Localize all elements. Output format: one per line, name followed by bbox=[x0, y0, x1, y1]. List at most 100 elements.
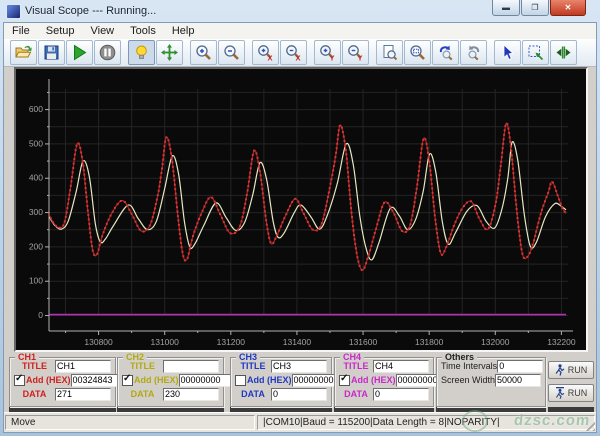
time-intervals-input[interactable] bbox=[497, 359, 544, 373]
select-region-icon bbox=[528, 45, 544, 61]
svg-text:500: 500 bbox=[29, 138, 43, 148]
zoom-out-button[interactable] bbox=[218, 40, 245, 65]
title-label: TITLE bbox=[130, 361, 155, 371]
scope-chart-panel[interactable]: 0 100 200 300 400 500 600 130800 131000 131200 131… bbox=[14, 67, 588, 352]
channel-panel-ch1: CH1 TITLE Add (HEX) DATA bbox=[9, 352, 127, 407]
svg-text:300: 300 bbox=[29, 207, 43, 217]
menu-file[interactable]: File bbox=[4, 25, 38, 37]
add-hex-label: Add (HEX) bbox=[26, 375, 71, 385]
center-markers-icon bbox=[556, 46, 571, 59]
app-icon bbox=[6, 3, 21, 19]
data-label: DATA bbox=[130, 389, 155, 399]
ch2-title-input[interactable] bbox=[163, 359, 219, 373]
ch2-data-input[interactable] bbox=[163, 387, 219, 401]
save-floppy-icon bbox=[44, 45, 59, 60]
svg-text:X: X bbox=[296, 54, 301, 62]
pause-button[interactable] bbox=[94, 40, 121, 65]
title-label: TITLE bbox=[22, 361, 47, 371]
light-button[interactable] bbox=[128, 40, 155, 65]
ch1-data-input[interactable] bbox=[55, 387, 111, 401]
zoom-out-icon bbox=[224, 45, 239, 60]
run-button-label: RUN bbox=[567, 365, 588, 375]
ch3-enable-checkbox[interactable] bbox=[235, 374, 246, 386]
data-label: DATA bbox=[344, 389, 368, 399]
status-mode: Move bbox=[5, 415, 255, 430]
ch2-enable-checkbox[interactable] bbox=[122, 373, 133, 386]
fit-page-button[interactable] bbox=[376, 40, 403, 65]
ch4-data-input[interactable] bbox=[373, 387, 429, 401]
menu-bar: File Setup View Tools Help bbox=[4, 23, 596, 40]
play-icon bbox=[74, 44, 87, 61]
zoom-window-button[interactable] bbox=[404, 40, 431, 65]
menu-help[interactable]: Help bbox=[164, 25, 203, 37]
ch2-add-hex-input[interactable] bbox=[178, 373, 235, 387]
svg-text:Y: Y bbox=[358, 54, 363, 62]
svg-text:400: 400 bbox=[29, 173, 43, 183]
ch1-enable-checkbox[interactable] bbox=[14, 373, 25, 386]
ch4-enable-checkbox[interactable] bbox=[339, 373, 350, 386]
open-folder-icon bbox=[15, 45, 32, 58]
title-label: TITLE bbox=[343, 361, 369, 371]
run-button[interactable] bbox=[66, 40, 93, 65]
run-button-label: RUN bbox=[567, 388, 588, 398]
minimize-button[interactable]: ▬ bbox=[492, 0, 520, 16]
channel-legend: CH3 bbox=[236, 352, 261, 362]
ch4-title-input[interactable] bbox=[373, 359, 429, 373]
close-button[interactable]: ✕ bbox=[550, 0, 586, 16]
select-region-button[interactable] bbox=[522, 40, 549, 65]
redo-zoom-button[interactable] bbox=[460, 40, 487, 65]
svg-text:131400: 131400 bbox=[283, 337, 312, 347]
svg-text:600: 600 bbox=[29, 104, 43, 114]
run-button-bottom[interactable]: RUN bbox=[548, 384, 594, 402]
runner-icon bbox=[555, 387, 564, 399]
add-hex-label: Add (HEX) bbox=[134, 375, 179, 385]
zoom-x-in-icon: X bbox=[258, 45, 273, 62]
ch3-title-input[interactable] bbox=[271, 359, 327, 373]
fit-page-icon bbox=[383, 45, 398, 61]
maximize-button[interactable]: ❐ bbox=[521, 0, 549, 16]
data-label: DATA bbox=[241, 389, 265, 399]
others-legend: Others bbox=[442, 352, 478, 362]
zoom-y-out-icon: Y bbox=[348, 45, 363, 62]
add-hex-label: Add (HEX) bbox=[247, 375, 292, 385]
menu-setup[interactable]: Setup bbox=[38, 25, 83, 37]
toolbar: X X Y Y bbox=[4, 39, 596, 67]
svg-text:131200: 131200 bbox=[217, 337, 246, 347]
pause-icon bbox=[99, 44, 116, 61]
ch1-title-input[interactable] bbox=[55, 359, 111, 373]
svg-text:0: 0 bbox=[38, 310, 43, 320]
open-button[interactable] bbox=[10, 40, 37, 65]
redo-zoom-icon bbox=[468, 45, 480, 61]
zoom-x-in-button[interactable]: X bbox=[252, 40, 279, 65]
zoom-y-in-button[interactable]: Y bbox=[314, 40, 341, 65]
run-button-top[interactable]: RUN bbox=[548, 361, 594, 379]
undo-zoom-button[interactable] bbox=[432, 40, 459, 65]
save-button[interactable] bbox=[38, 40, 65, 65]
move-button[interactable] bbox=[156, 40, 183, 65]
client-area: File Setup View Tools Help X X Y Y 0 100… bbox=[3, 22, 597, 433]
zoom-x-out-button[interactable]: X bbox=[280, 40, 307, 65]
title-bar[interactable]: Visual Scope --- Running... ▬ ❐ ✕ bbox=[0, 0, 600, 22]
svg-text:X: X bbox=[268, 54, 273, 62]
data-label: DATA bbox=[22, 389, 47, 399]
run-buttons-column: RUN RUN bbox=[548, 361, 594, 407]
svg-text:132000: 132000 bbox=[481, 337, 510, 347]
pointer-arrow-icon bbox=[503, 44, 514, 61]
zoom-y-out-button[interactable]: Y bbox=[342, 40, 369, 65]
app-window: Visual Scope --- Running... ▬ ❐ ✕ File S… bbox=[0, 0, 600, 436]
pointer-button[interactable] bbox=[494, 40, 521, 65]
time-intervals-label: Time Intervals bbox=[441, 361, 498, 371]
screen-width-input[interactable] bbox=[495, 373, 542, 387]
zoom-in-button[interactable] bbox=[190, 40, 217, 65]
channel-legend: CH2 bbox=[123, 352, 148, 362]
channel-legend: CH4 bbox=[340, 352, 365, 362]
move-arrows-icon bbox=[161, 44, 178, 61]
light-bulb-icon bbox=[136, 45, 147, 59]
zoom-x-out-icon: X bbox=[286, 45, 301, 62]
center-markers-button[interactable] bbox=[550, 40, 577, 65]
menu-view[interactable]: View bbox=[82, 25, 122, 37]
status-connection: |COM10|Baud = 115200|Data Length = 8|NOP… bbox=[257, 415, 595, 430]
channel-legend: CH1 bbox=[15, 352, 40, 362]
menu-tools[interactable]: Tools bbox=[122, 25, 164, 37]
ch3-data-input[interactable] bbox=[271, 387, 327, 401]
